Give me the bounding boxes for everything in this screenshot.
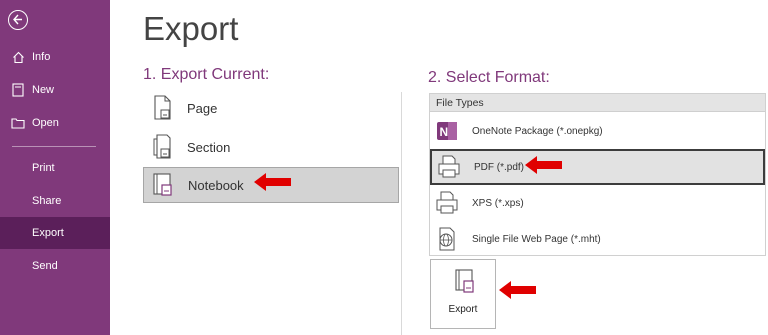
export-current-heading: 1. Export Current: (143, 66, 270, 83)
sidebar-divider (12, 146, 96, 147)
file-type-mht-label: Single File Web Page (*.mht) (472, 233, 601, 245)
export-button[interactable]: Export (430, 259, 496, 329)
onenote-icon: N (436, 118, 458, 144)
file-type-pdf[interactable]: PDF (*.pdf) (430, 149, 765, 185)
back-button[interactable] (8, 10, 28, 30)
file-type-xps[interactable]: XPS (*.xps) (430, 185, 765, 221)
file-type-pdf-label: PDF (*.pdf) (474, 161, 525, 173)
svg-text:N: N (440, 125, 449, 139)
export-button-label: Export (448, 304, 478, 315)
nav-send[interactable]: Send (0, 250, 110, 282)
nav-export[interactable]: Export (0, 217, 110, 249)
home-icon (10, 49, 26, 65)
nav-open-label: Open (32, 117, 59, 129)
nav-share-label: Share (32, 195, 62, 207)
nav-export-label: Export (32, 227, 64, 239)
printer-icon (438, 154, 460, 180)
backstage-sidebar: Info New Open Print Share Export Send (0, 0, 110, 335)
printer-icon (436, 190, 458, 216)
file-type-mht[interactable]: Single File Web Page (*.mht) (430, 221, 765, 257)
annotation-arrow-export (499, 281, 536, 299)
export-page-option[interactable]: Page (143, 90, 399, 126)
nav-new-label: New (32, 84, 55, 96)
annotation-arrow-notebook (254, 173, 291, 191)
annotation-arrow-pdf (525, 156, 562, 174)
nav-send-label: Send (32, 260, 58, 272)
column-divider (401, 92, 402, 335)
folder-icon (10, 115, 26, 131)
section-icon (151, 133, 173, 161)
nav-open[interactable]: Open (0, 107, 110, 139)
page-icon (151, 94, 173, 122)
export-page-label: Page (187, 100, 218, 116)
nav-info[interactable]: Info (0, 41, 110, 73)
nav-print-label: Print (32, 162, 55, 174)
back-arrow-icon (13, 14, 22, 25)
web-page-icon (436, 226, 458, 252)
nav-print[interactable]: Print (0, 152, 110, 184)
nav-info-label: Info (32, 51, 51, 63)
notebook-icon (454, 268, 476, 301)
select-format-heading: 2. Select Format: (428, 69, 550, 86)
page-title: Export (143, 10, 239, 47)
file-type-xps-label: XPS (*.xps) (472, 197, 524, 209)
file-type-onepkg-label: OneNote Package (*.onepkg) (472, 125, 603, 137)
nav-share[interactable]: Share (0, 185, 110, 217)
nav-new[interactable]: New (0, 74, 110, 106)
file-types-list: File Types N OneNote Package (*.onepkg) … (429, 93, 766, 256)
file-types-header: File Types (430, 94, 765, 112)
export-notebook-label: Notebook (188, 177, 244, 193)
export-section-label: Section (187, 139, 231, 155)
file-type-onepkg[interactable]: N OneNote Package (*.onepkg) (430, 113, 765, 149)
export-section-option[interactable]: Section (143, 129, 399, 165)
new-page-icon (10, 82, 26, 98)
notebook-icon (152, 171, 174, 199)
